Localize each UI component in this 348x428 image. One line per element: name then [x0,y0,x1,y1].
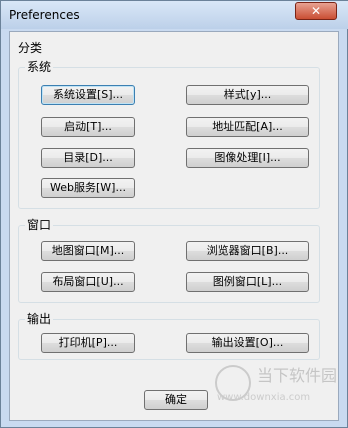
title-bar[interactable]: Preferences ✕ [1,1,348,29]
legend-window-button[interactable]: 图例窗口[L]... [186,272,309,292]
watermark-site-text: www.downxia.com [217,392,311,403]
startup-button[interactable]: 启动[T]... [41,117,135,137]
printer-button[interactable]: 打印机[P]... [41,333,135,353]
output-settings-button[interactable]: 输出设置[O]... [186,333,309,353]
preferences-window: Preferences ✕ 分类 系统 系统设置[S]... 样式[y]... … [0,0,348,428]
layout-window-button[interactable]: 布局窗口[U]... [41,272,135,292]
system-groupbox: 系统 系统设置[S]... 样式[y]... 启动[T]... 地址匹配[A].… [18,60,320,209]
map-window-button[interactable]: 地图窗口[M]... [41,241,135,261]
ok-button[interactable]: 确定 [144,390,208,410]
window-group-label: 窗口 [25,218,54,232]
style-button[interactable]: 样式[y]... [186,85,309,105]
output-group-label: 输出 [25,312,54,326]
browser-window-button[interactable]: 浏览器窗口[B]... [186,241,309,261]
system-group-label: 系统 [25,60,54,74]
watermark-brand-text: 当下软件园 [257,366,338,385]
output-groupbox: 输出 打印机[P]... 输出设置[O]... [18,312,320,360]
window-groupbox: 窗口 地图窗口[M]... 浏览器窗口[B]... 布局窗口[U]... 图例窗… [18,218,320,303]
directory-button[interactable]: 目录[D]... [41,148,135,168]
window-title: Preferences [9,8,80,22]
web-services-button[interactable]: Web服务[W]... [41,178,135,198]
dialog-body: 分类 系统 系统设置[S]... 样式[y]... 启动[T]... 地址匹配[… [9,31,339,421]
categories-group-label: 分类 [18,41,43,55]
image-processing-button[interactable]: 图像处理[I]... [186,148,309,168]
watermark: 当下软件园 www.downxia.com [215,365,339,405]
system-settings-button[interactable]: 系统设置[S]... [41,85,135,105]
address-matching-button[interactable]: 地址匹配[A]... [186,117,309,137]
close-button[interactable]: ✕ [295,2,337,20]
